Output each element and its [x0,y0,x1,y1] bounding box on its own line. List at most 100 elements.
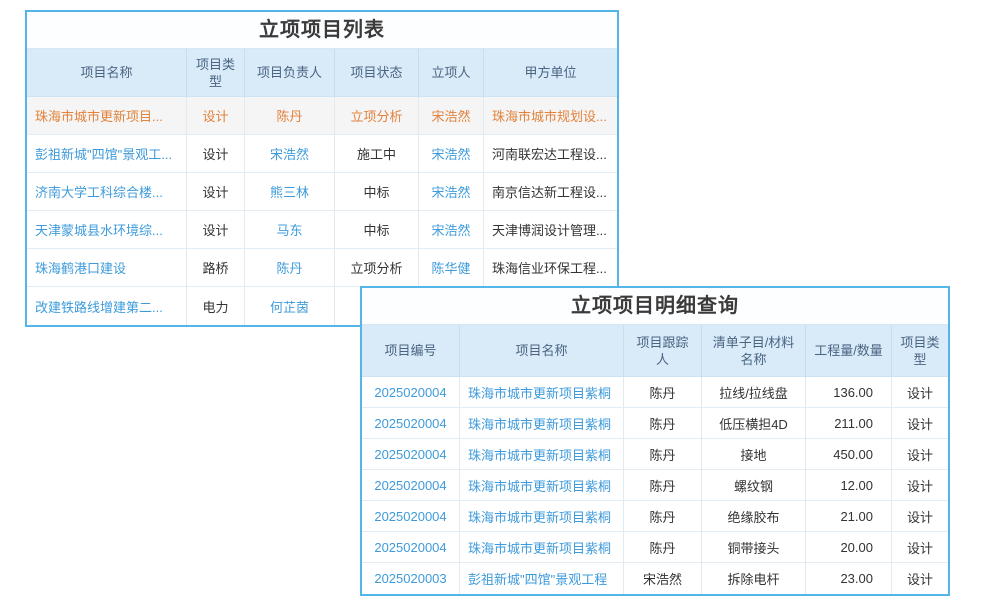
cell-link[interactable]: 珠海市城市更新项目紫桐 [460,408,624,439]
column-header-1: 项目编号 [362,325,460,377]
table-cell: 设计 [187,135,245,173]
column-header-4: 项目状态 [335,49,419,97]
table-row[interactable]: 珠海鹤港口建设路桥陈丹立项分析陈华健珠海信业环保工程... [27,249,617,287]
table-cell: 陈丹 [624,377,702,408]
column-header-6: 项目类型 [892,325,948,377]
table-cell: 陈丹 [624,501,702,532]
project-detail-body: 2025020004珠海市城市更新项目紫桐陈丹拉线/拉线盘136.00设计202… [362,377,948,594]
cell-link[interactable]: 2025020004 [362,377,460,408]
table-cell: 21.00 [806,501,892,532]
cell-link[interactable]: 珠海市城市更新项目紫桐 [460,439,624,470]
table-row[interactable]: 2025020004珠海市城市更新项目紫桐陈丹接地450.00设计 [362,439,948,470]
table-cell: 设计 [187,97,245,135]
cell-link[interactable]: 珠海市城市更新项目紫桐 [460,377,624,408]
table-cell: 螺纹钢 [702,470,806,501]
table-cell: 立项分析 [335,97,419,135]
cell-link[interactable]: 2025020003 [362,563,460,594]
cell-link[interactable]: 陈华健 [419,249,484,287]
table-cell: 设计 [892,439,948,470]
table-cell: 陈丹 [624,470,702,501]
cell-link[interactable]: 彭祖新城"四馆"景观工程 [460,563,624,594]
table-row[interactable]: 2025020004珠海市城市更新项目紫桐陈丹螺纹钢12.00设计 [362,470,948,501]
column-header-2: 项目类型 [187,49,245,97]
table-cell: 宋浩然 [624,563,702,594]
table-cell: 施工中 [335,135,419,173]
workspace: 立项项目列表 项目名称项目类型项目负责人项目状态立项人甲方单位 珠海市城市更新项… [0,0,1000,600]
cell-link[interactable]: 马东 [245,211,335,249]
cell-link[interactable]: 2025020004 [362,470,460,501]
table-cell: 立项分析 [335,249,419,287]
table-cell: 陈丹 [624,439,702,470]
table-row[interactable]: 2025020004珠海市城市更新项目紫桐陈丹绝缘胶布21.00设计 [362,501,948,532]
table-cell: 接地 [702,439,806,470]
cell-link[interactable]: 彭祖新城"四馆"景观工... [27,135,187,173]
table-row[interactable]: 2025020004珠海市城市更新项目紫桐陈丹低压横担4D211.00设计 [362,408,948,439]
project-detail-header: 项目编号项目名称项目跟踪人清单子目/材料名称工程量/数量项目类型 [362,325,948,377]
project-list-title: 立项项目列表 [27,12,617,49]
cell-link[interactable]: 珠海市城市更新项目紫桐 [460,532,624,563]
cell-link[interactable]: 熊三林 [245,173,335,211]
table-cell: 珠海市城市规划设... [484,97,617,135]
column-header-4: 清单子目/材料名称 [702,325,806,377]
table-cell: 拆除电杆 [702,563,806,594]
table-cell: 河南联宏达工程设... [484,135,617,173]
cell-link[interactable]: 2025020004 [362,408,460,439]
column-header-1: 项目名称 [27,49,187,97]
table-cell: 拉线/拉线盘 [702,377,806,408]
table-cell: 设计 [892,377,948,408]
cell-link[interactable]: 宋浩然 [419,173,484,211]
project-list-panel: 立项项目列表 项目名称项目类型项目负责人项目状态立项人甲方单位 珠海市城市更新项… [25,10,619,327]
cell-link[interactable]: 改建铁路线增建第二... [27,287,187,325]
cell-link[interactable]: 济南大学工科综合楼... [27,173,187,211]
cell-link[interactable]: 宋浩然 [419,135,484,173]
cell-link[interactable]: 天津蒙城县水环境综... [27,211,187,249]
table-row-selected[interactable]: 珠海市城市更新项目...设计陈丹立项分析宋浩然珠海市城市规划设... [27,97,617,135]
table-cell: 南京信达新工程设... [484,173,617,211]
table-row[interactable]: 2025020004珠海市城市更新项目紫桐陈丹拉线/拉线盘136.00设计 [362,377,948,408]
cell-link[interactable]: 珠海市城市更新项目紫桐 [460,470,624,501]
cell-link[interactable]: 宋浩然 [419,211,484,249]
table-cell: 设计 [892,408,948,439]
cell-link[interactable]: 2025020004 [362,439,460,470]
table-row[interactable]: 2025020004珠海市城市更新项目紫桐陈丹铜带接头20.00设计 [362,532,948,563]
column-header-5: 工程量/数量 [806,325,892,377]
table-cell: 136.00 [806,377,892,408]
project-detail-panel: 立项项目明细查询 项目编号项目名称项目跟踪人清单子目/材料名称工程量/数量项目类… [360,286,950,596]
table-cell: 中标 [335,173,419,211]
table-cell: 20.00 [806,532,892,563]
table-cell: 设计 [892,501,948,532]
cell-link[interactable]: 陈丹 [245,249,335,287]
project-detail-title: 立项项目明细查询 [362,288,948,325]
table-cell: 铜带接头 [702,532,806,563]
cell-link[interactable]: 2025020004 [362,532,460,563]
table-cell: 12.00 [806,470,892,501]
table-cell: 陈丹 [624,532,702,563]
table-cell: 450.00 [806,439,892,470]
table-row[interactable]: 彭祖新城"四馆"景观工...设计宋浩然施工中宋浩然河南联宏达工程设... [27,135,617,173]
table-cell: 陈丹 [624,408,702,439]
table-row[interactable]: 2025020003彭祖新城"四馆"景观工程宋浩然拆除电杆23.00设计 [362,563,948,594]
table-row[interactable]: 天津蒙城县水环境综...设计马东中标宋浩然天津博润设计管理... [27,211,617,249]
cell-link[interactable]: 珠海市城市更新项目... [27,97,187,135]
cell-link[interactable]: 珠海鹤港口建设 [27,249,187,287]
cell-link[interactable]: 陈丹 [245,97,335,135]
column-header-6: 甲方单位 [484,49,617,97]
cell-link[interactable]: 珠海市城市更新项目紫桐 [460,501,624,532]
table-cell: 设计 [892,532,948,563]
table-cell: 天津博润设计管理... [484,211,617,249]
column-header-2: 项目名称 [460,325,624,377]
table-row[interactable]: 济南大学工科综合楼...设计熊三林中标宋浩然南京信达新工程设... [27,173,617,211]
project-list-header: 项目名称项目类型项目负责人项目状态立项人甲方单位 [27,49,617,97]
table-cell: 设计 [187,211,245,249]
cell-link[interactable]: 2025020004 [362,501,460,532]
table-cell: 低压横担4D [702,408,806,439]
cell-link[interactable]: 何芷茵 [245,287,335,325]
column-header-3: 项目负责人 [245,49,335,97]
column-header-3: 项目跟踪人 [624,325,702,377]
column-header-5: 立项人 [419,49,484,97]
cell-link[interactable]: 宋浩然 [419,97,484,135]
table-cell: 路桥 [187,249,245,287]
cell-link[interactable]: 宋浩然 [245,135,335,173]
table-cell: 绝缘胶布 [702,501,806,532]
table-cell: 设计 [892,470,948,501]
